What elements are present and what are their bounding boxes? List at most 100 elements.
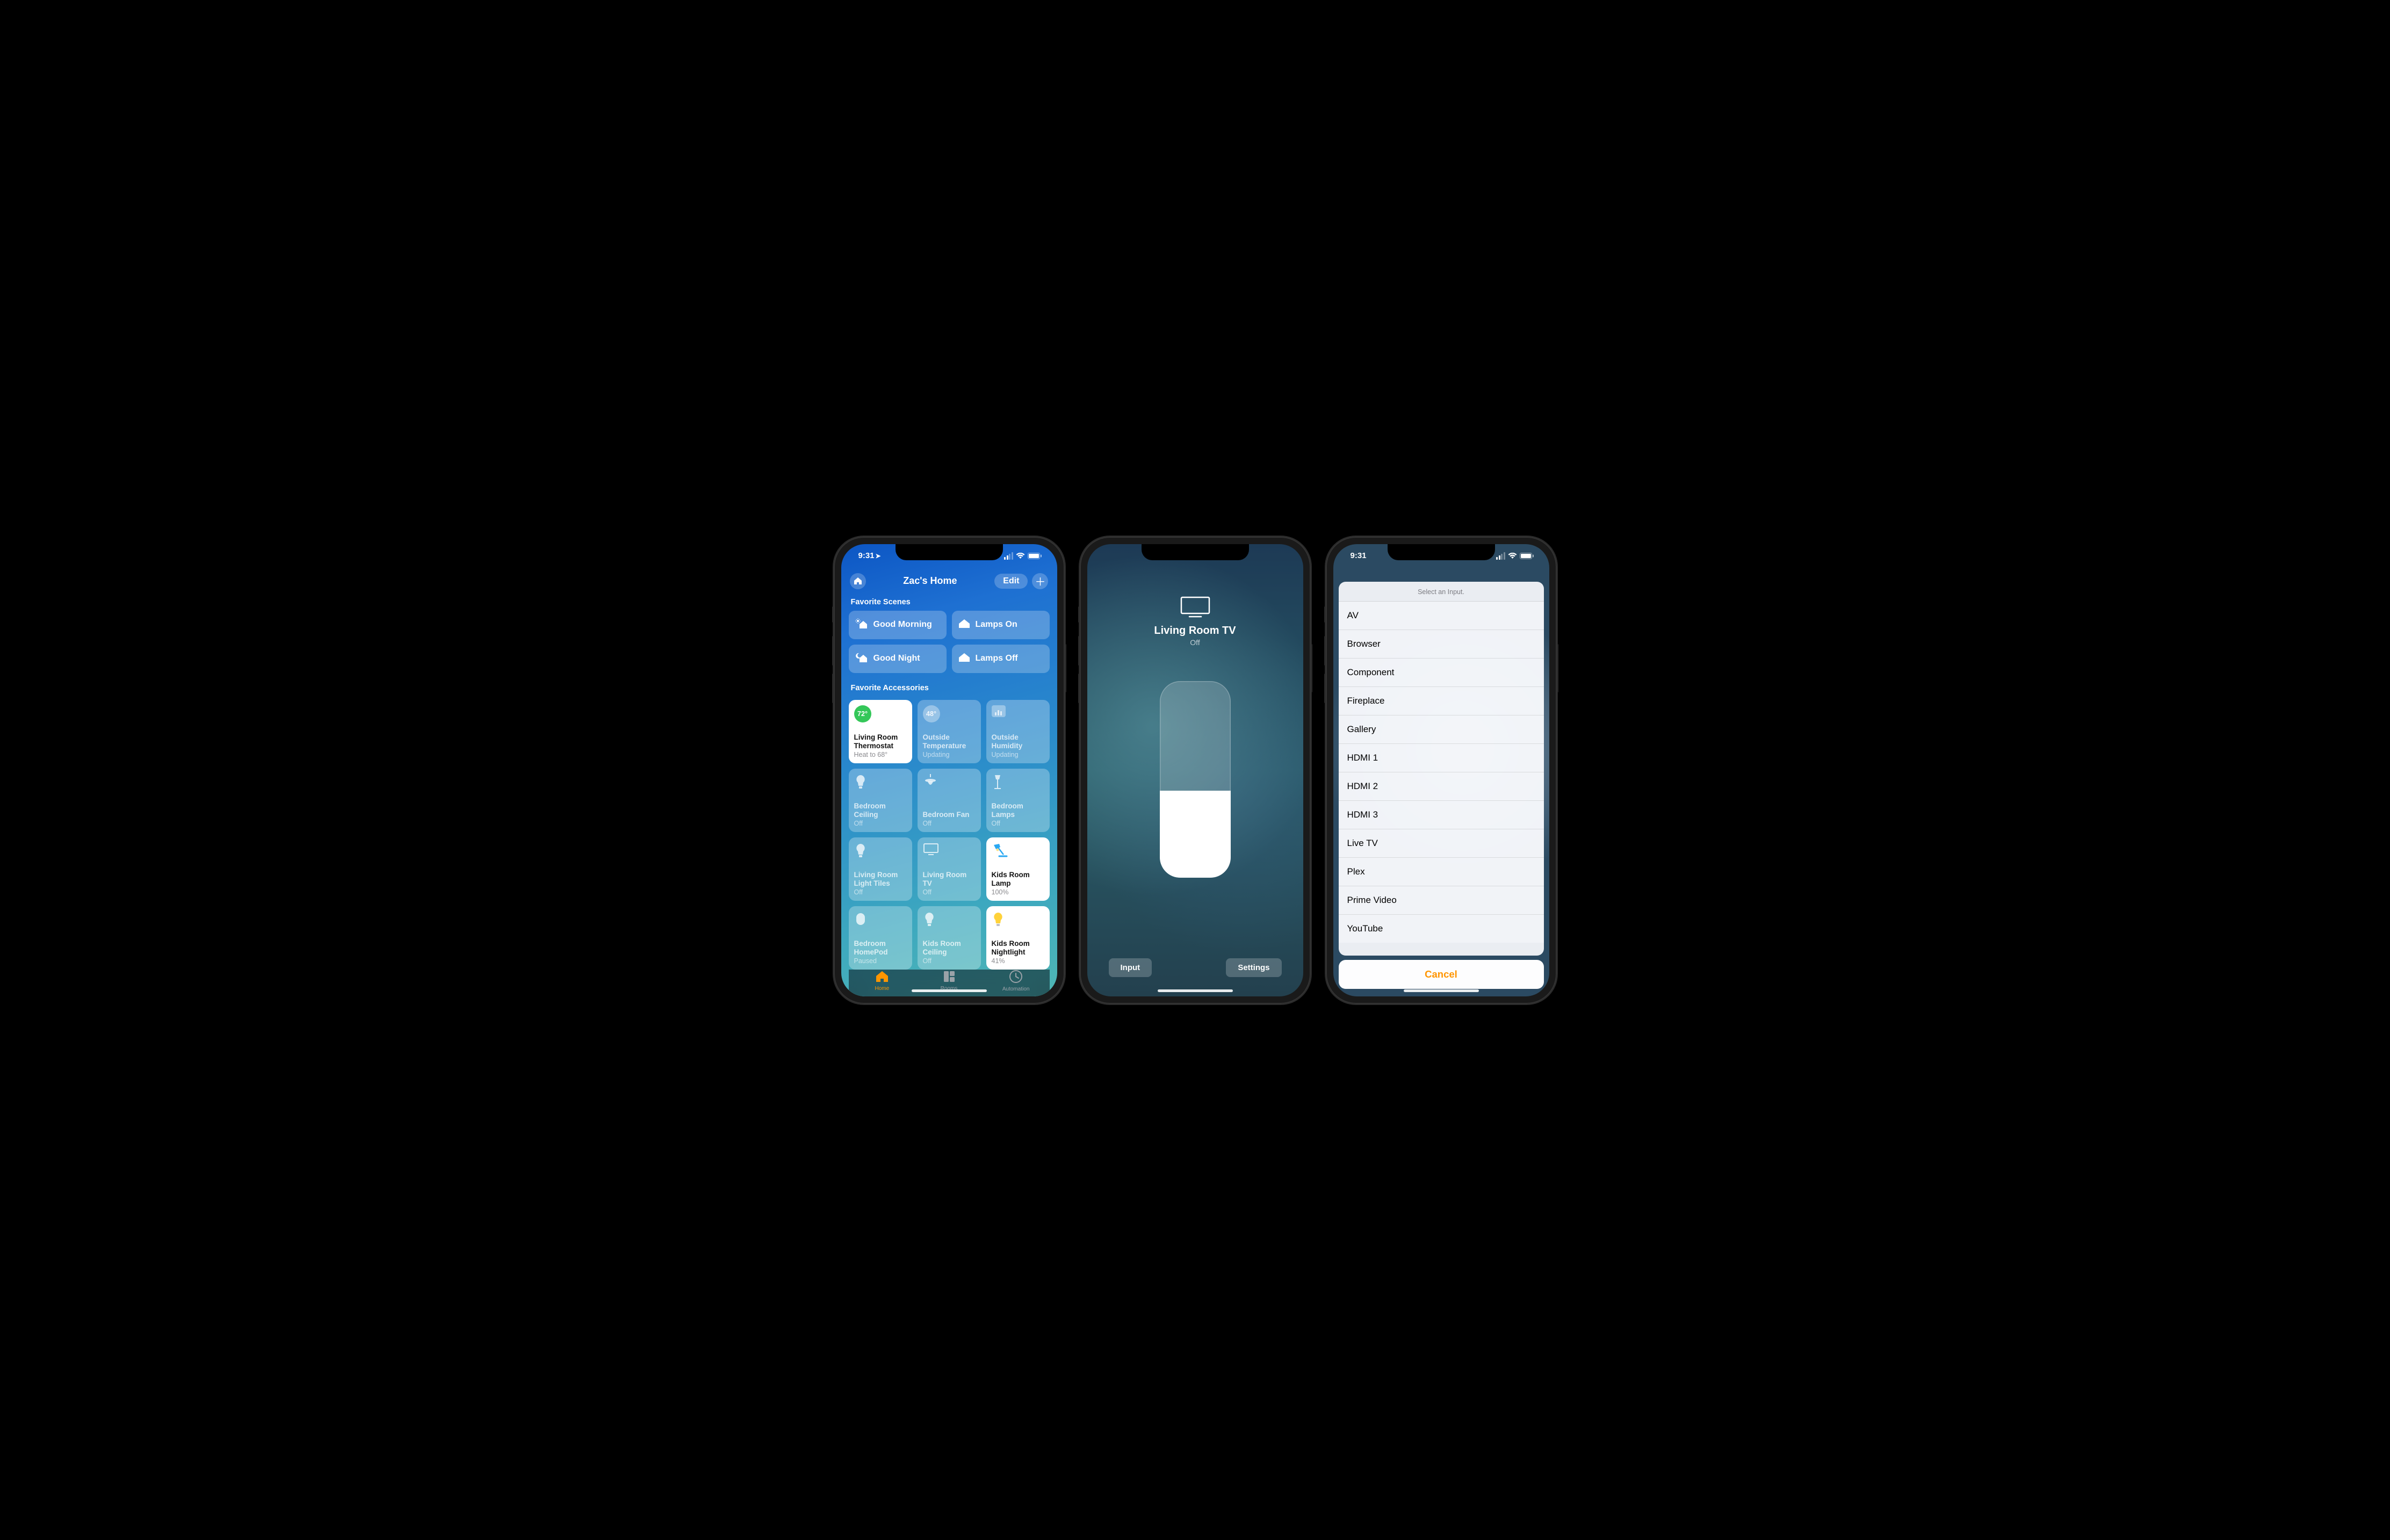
- input-option-prime-video[interactable]: Prime Video: [1339, 886, 1544, 915]
- scene-icon: [855, 652, 868, 666]
- tab-rooms[interactable]: Rooms: [915, 970, 983, 992]
- tile-name: Outside Temperature: [923, 733, 976, 750]
- input-option-live-tv[interactable]: Live TV: [1339, 829, 1544, 858]
- scene-good-night[interactable]: Good Night: [849, 645, 947, 673]
- input-option-gallery[interactable]: Gallery: [1339, 715, 1544, 744]
- tab-icon: [1009, 970, 1023, 985]
- tile-bedroom-lamps[interactable]: Bedroom LampsOff: [986, 769, 1050, 832]
- wifi-icon: [1508, 553, 1517, 559]
- tile-status: 100%: [992, 888, 1044, 896]
- tv-icon: [923, 843, 939, 856]
- tile-status: 41%: [992, 957, 1044, 965]
- input-action-sheet: Select an Input. AVBrowserComponentFirep…: [1339, 582, 1544, 956]
- home-indicator[interactable]: [1158, 989, 1233, 992]
- input-button[interactable]: Input: [1109, 958, 1152, 977]
- cancel-button[interactable]: Cancel: [1339, 960, 1544, 989]
- accessory-state: Off: [1154, 638, 1236, 647]
- tab-home[interactable]: Home: [849, 970, 916, 992]
- tile-kids-room-lamp[interactable]: Kids Room Lamp100%: [986, 837, 1050, 901]
- sheet-header: Select an Input.: [1339, 582, 1544, 602]
- home-chip-button[interactable]: [850, 573, 866, 589]
- tile-living-room-tv[interactable]: Living Room TVOff: [918, 837, 981, 901]
- tile-status: Off: [992, 820, 1044, 827]
- input-option-component[interactable]: Component: [1339, 659, 1544, 687]
- bulb-icon: [923, 912, 936, 928]
- input-option-hdmi-1[interactable]: HDMI 1: [1339, 744, 1544, 772]
- tile-status: Paused: [854, 957, 907, 965]
- tab-automation[interactable]: Automation: [983, 970, 1050, 992]
- tile-name: Kids Room Ceiling: [923, 939, 976, 957]
- tile-outside-humidity[interactable]: Outside HumidityUpdating: [986, 700, 1050, 763]
- slider-fill: [1160, 791, 1231, 877]
- tile-name: Bedroom Lamps: [992, 802, 1044, 819]
- tile-status: Off: [854, 820, 907, 827]
- input-option-hdmi-3[interactable]: HDMI 3: [1339, 801, 1544, 829]
- scene-lamps-off[interactable]: Lamps Off: [952, 645, 1050, 673]
- tile-name: Kids Room Nightlight: [992, 939, 1044, 957]
- tab-label: Automation: [1002, 986, 1030, 992]
- tile-name: Living Room TV: [923, 871, 976, 888]
- homepod-icon: [854, 912, 867, 927]
- scene-good-morning[interactable]: Good Morning: [849, 611, 947, 639]
- cellular-icon: [1004, 552, 1013, 560]
- home-indicator[interactable]: [1404, 989, 1479, 992]
- input-option-fireplace[interactable]: Fireplace: [1339, 687, 1544, 715]
- tile-name: Living Room Thermostat: [854, 733, 907, 750]
- scene-lamps-on[interactable]: Lamps On: [952, 611, 1050, 639]
- scene-label: Good Morning: [873, 620, 932, 630]
- tab-icon: [875, 970, 889, 985]
- tile-name: Bedroom HomePod: [854, 939, 907, 957]
- tile-kids-room-ceiling[interactable]: Kids Room CeilingOff: [918, 906, 981, 970]
- tile-name: Kids Room Lamp: [992, 871, 1044, 888]
- status-time: 9:31: [858, 551, 875, 560]
- humidity-icon: [992, 705, 1006, 717]
- tile-status: Off: [854, 888, 907, 896]
- tile-status: Heat to 68°: [854, 751, 907, 758]
- tile-outside-temperature[interactable]: 48°Outside TemperatureUpdating: [918, 700, 981, 763]
- accessories-grid: 72°Living Room ThermostatHeat to 68°48°O…: [849, 700, 1050, 970]
- tile-bedroom-homepod[interactable]: Bedroom HomePodPaused: [849, 906, 912, 970]
- floor-lamp-icon: [992, 774, 1003, 790]
- input-option-av[interactable]: AV: [1339, 602, 1544, 630]
- desk-lamp-icon: [992, 843, 1008, 858]
- fan-icon: [923, 774, 938, 789]
- tile-name: Living Room Light Tiles: [854, 871, 907, 888]
- bulb-icon: [854, 843, 867, 859]
- tile-status: Off: [923, 957, 976, 965]
- wifi-icon: [1016, 553, 1025, 559]
- input-option-hdmi-2[interactable]: HDMI 2: [1339, 772, 1544, 801]
- tile-status: Updating: [923, 751, 976, 758]
- tile-name: Bedroom Ceiling: [854, 802, 907, 819]
- add-button[interactable]: ＋: [1032, 573, 1048, 589]
- scenes-grid: Good Morning Lamps On Good Night Lamps Off: [849, 611, 1050, 673]
- scene-label: Good Night: [873, 654, 920, 663]
- tab-bar: Home Rooms Automation: [849, 970, 1050, 996]
- phone-home-app: 9:31➤ Zac's Home Edit ＋ Favorite Scenes …: [834, 537, 1065, 1004]
- scene-icon: [855, 618, 868, 632]
- power-slider[interactable]: [1160, 681, 1231, 878]
- edit-button[interactable]: Edit: [994, 574, 1028, 589]
- battery-icon: [1520, 553, 1534, 559]
- settings-button[interactable]: Settings: [1226, 958, 1281, 977]
- tile-living-room-light-tiles[interactable]: Living Room Light TilesOff: [849, 837, 912, 901]
- home-indicator[interactable]: [912, 989, 987, 992]
- input-option-youtube[interactable]: YouTube: [1339, 915, 1544, 943]
- input-option-plex[interactable]: Plex: [1339, 858, 1544, 886]
- tab-label: Home: [875, 986, 889, 992]
- phone-accessory-detail: Living Room TV Off Input Settings: [1080, 537, 1311, 1004]
- scene-icon: [958, 653, 970, 665]
- scene-icon: [958, 619, 970, 631]
- home-title: Zac's Home: [903, 575, 957, 587]
- input-option-browser[interactable]: Browser: [1339, 630, 1544, 659]
- status-time: 9:31: [1351, 551, 1367, 560]
- tile-bedroom-fan[interactable]: Bedroom FanOff: [918, 769, 981, 832]
- tile-name: Bedroom Fan: [923, 811, 976, 819]
- scene-label: Lamps Off: [976, 654, 1018, 663]
- tile-living-room-thermostat[interactable]: 72°Living Room ThermostatHeat to 68°: [849, 700, 912, 763]
- scene-label: Lamps On: [976, 620, 1017, 630]
- tile-bedroom-ceiling[interactable]: Bedroom CeilingOff: [849, 769, 912, 832]
- tv-icon: [1154, 596, 1236, 618]
- tile-status: Updating: [992, 751, 1044, 758]
- tile-kids-room-nightlight[interactable]: Kids Room Nightlight41%: [986, 906, 1050, 970]
- location-icon: ➤: [876, 552, 881, 560]
